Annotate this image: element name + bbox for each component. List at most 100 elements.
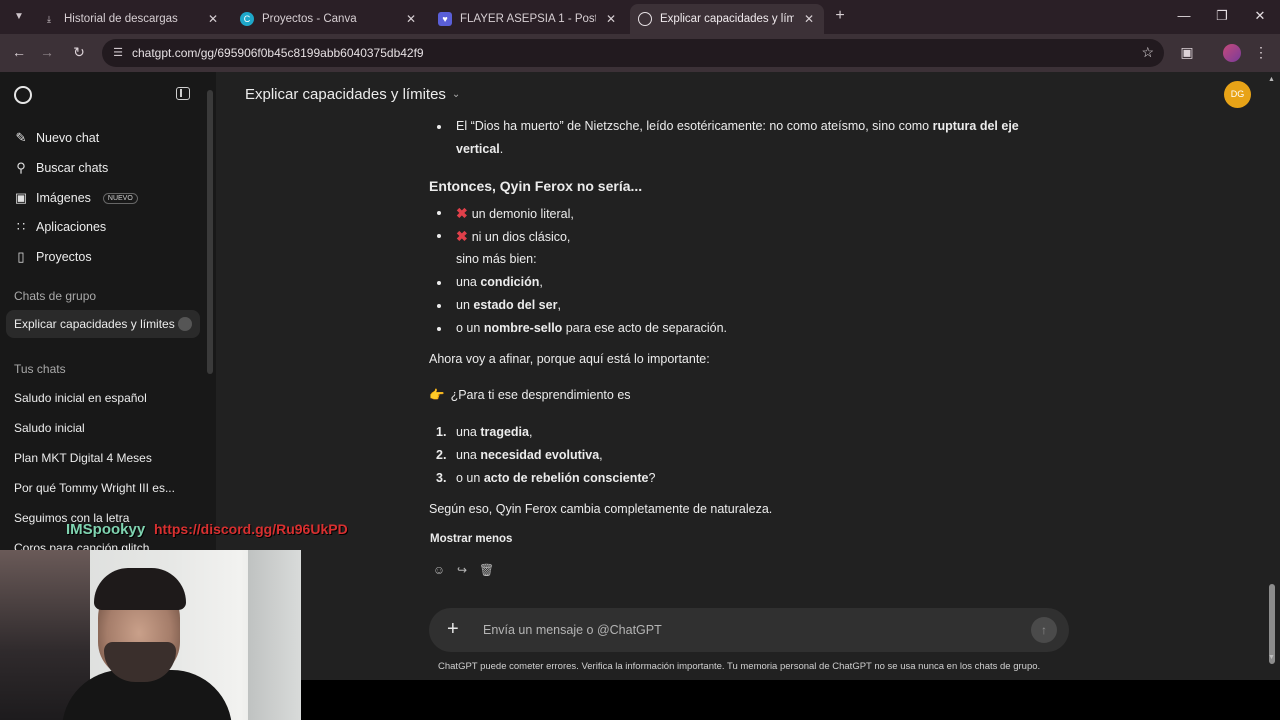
minimize-icon[interactable]: — — [1176, 8, 1192, 23]
cross-mark-icon: ✖ — [456, 228, 468, 244]
sidebar-item-group-chat[interactable]: Explicar capacidades y límites — [6, 310, 200, 338]
sidebar-item-new-chat[interactable]: ✎ Nuevo chat — [14, 127, 100, 149]
sidebar-item-projects[interactable]: ▯ Proyectos — [14, 246, 92, 268]
bullet-dot — [437, 234, 441, 238]
maximize-icon[interactable]: ❐ — [1214, 8, 1230, 24]
sidebar-item-search[interactable]: ⚲ Buscar chats — [14, 157, 108, 179]
forward-icon[interactable]: → — [38, 43, 56, 61]
scroll-up-icon[interactable]: ▲ — [1268, 76, 1275, 83]
back-icon[interactable]: ← — [10, 43, 28, 61]
bold-run: necesidad evolutiva — [480, 448, 600, 462]
pointing-hand-icon: 👉 — [429, 388, 445, 402]
sidebar-item-label: Nuevo chat — [36, 131, 100, 145]
main-scrollbar[interactable] — [1269, 584, 1275, 664]
sidebar-scrollbar[interactable] — [207, 90, 213, 374]
list-item: o un nombre-sello para ese acto de separ… — [456, 321, 727, 335]
openai-logo-icon[interactable] — [14, 86, 32, 104]
paragraph: Ahora voy a afinar, porque aquí está lo … — [429, 352, 710, 366]
send-button[interactable]: ↑ — [1031, 617, 1057, 643]
avatar[interactable]: DG — [1224, 81, 1251, 108]
images-icon: ▣ — [14, 190, 28, 205]
close-icon[interactable]: ✕ — [206, 12, 220, 26]
scroll-down-icon[interactable]: ▼ — [1268, 654, 1275, 661]
profile-avatar[interactable] — [1223, 44, 1241, 62]
search-icon: ⚲ — [16, 160, 26, 175]
text-line: sino más bien: — [456, 252, 537, 266]
webcam-person-hair — [94, 568, 186, 610]
sidebar-item-label: Explicar capacidades y límites — [14, 317, 175, 331]
bold-run: condición — [480, 275, 540, 289]
group-chats-heading: Chats de grupo — [14, 289, 97, 303]
bold-run: estado del ser — [473, 298, 558, 312]
sidebar-item-label: Proyectos — [36, 250, 92, 264]
message-input[interactable]: Envía un mensaje o @ChatGPT — [483, 623, 662, 637]
chat-item[interactable]: Por qué Tommy Wright III es... — [14, 481, 175, 495]
close-icon[interactable]: ✕ — [604, 12, 618, 26]
list-item: ✖ un demonio literal, — [456, 205, 574, 222]
chat-item[interactable]: Saludo inicial en español — [14, 391, 147, 405]
tab-instagram-post[interactable]: ♥ FLAYER ASEPSIA 1 - Post de Insta ✕ — [430, 4, 626, 34]
ordered-list-item: una necesidad evolutiva, — [456, 448, 603, 462]
sidebar-item-images[interactable]: ▣ Imágenes NUEVO — [14, 187, 138, 209]
add-attachment-button[interactable]: + — [447, 618, 459, 640]
bullet-dot — [437, 327, 441, 331]
group-icon — [178, 317, 192, 331]
bold-run: nombre-sello — [483, 321, 563, 335]
trash-icon[interactable]: 🗑 — [479, 563, 494, 577]
tab-chatgpt[interactable]: Explicar capacidades y límites ✕ — [630, 4, 824, 34]
close-icon[interactable]: ✕ — [802, 12, 816, 26]
tab-canva[interactable]: C Proyectos - Canva ✕ — [232, 4, 426, 34]
section-heading: Entonces, Qyin Ferox no sería... — [429, 178, 643, 194]
text-run: para ese acto de separación. — [562, 321, 728, 335]
cross-mark-icon: ✖ — [456, 205, 468, 221]
url-text: chatgpt.com/gg/695906f0b45c8199abb604037… — [132, 46, 424, 60]
webcam-overlay — [0, 550, 301, 720]
bullet-dot — [437, 304, 441, 308]
bookmark-star-icon[interactable]: ☆ — [1141, 44, 1154, 61]
extensions-icon[interactable]: ▣ — [1178, 43, 1196, 61]
sidebar-item-label: Buscar chats — [36, 161, 109, 175]
bold-run: vertical — [456, 142, 500, 156]
bullet-dot — [437, 125, 441, 129]
tab-strip: ▼ ⤓ Historial de descargas ✕ C Proyectos… — [0, 0, 1280, 34]
window-close-icon[interactable]: ✕ — [1252, 8, 1268, 24]
chat-main: Explicar capacidades y límites ⌄ DG ▲ ▼ … — [216, 72, 1280, 680]
new-tab-button[interactable]: + — [832, 8, 848, 24]
list-number: 3. — [436, 471, 447, 485]
message-composer[interactable]: + Envía un mensaje o @ChatGPT ↑ — [429, 608, 1069, 652]
streamer-name: IMSpookyy — [66, 521, 146, 538]
text-run: un — [456, 298, 474, 312]
sidebar-toggle-icon[interactable] — [176, 87, 190, 100]
question-line: 👉 ¿Para ti ese desprendimiento es — [429, 388, 631, 403]
bold-run: ruptura del eje — [932, 119, 1019, 133]
paragraph: Según eso, Qyin Ferox cambia completamen… — [429, 502, 773, 516]
sidebar-item-label: Aplicaciones — [36, 220, 107, 234]
page-title: Explicar capacidades y límites — [245, 86, 446, 103]
site-settings-icon[interactable]: ☰ — [110, 45, 126, 61]
list-number: 2. — [436, 448, 447, 462]
text-run: o un — [456, 471, 484, 485]
bold-run: acto de rebelión consciente — [483, 471, 649, 485]
add-reaction-icon[interactable]: ☺ — [432, 563, 446, 577]
chat-item[interactable]: Plan MKT Digital 4 Meses — [14, 451, 152, 465]
sidebar-item-apps[interactable]: ∷ Aplicaciones — [14, 216, 106, 238]
conversation-title[interactable]: Explicar capacidades y límites ⌄ — [245, 86, 460, 103]
menu-icon[interactable]: ⋮ — [1252, 43, 1270, 61]
text-run: ni un dios clásico, — [471, 230, 571, 244]
address-bar[interactable]: ☰ chatgpt.com/gg/695906f0b45c8199abb6040… — [102, 39, 1164, 67]
tab-search-icon[interactable]: ▼ — [10, 8, 28, 26]
discord-link: https://discord.gg/Ru96UkPD — [154, 521, 348, 537]
webcam-door — [248, 550, 301, 720]
share-icon[interactable]: ↪ — [455, 563, 469, 577]
reload-icon[interactable]: ↻ — [70, 43, 88, 61]
show-less-button[interactable]: Mostrar menos — [430, 533, 512, 545]
chat-item[interactable]: Saludo inicial — [14, 421, 85, 435]
list-number: 1. — [436, 425, 447, 439]
chatgpt-icon — [638, 12, 652, 26]
canva-icon: C — [240, 12, 254, 26]
text-run: una — [456, 448, 481, 462]
close-icon[interactable]: ✕ — [404, 12, 418, 26]
browser-toolbar: ← → ↻ ☰ chatgpt.com/gg/695906f0b45c8199a… — [0, 34, 1280, 72]
list-item: un estado del ser, — [456, 298, 561, 312]
tab-downloads[interactable]: ⤓ Historial de descargas ✕ — [34, 4, 228, 34]
